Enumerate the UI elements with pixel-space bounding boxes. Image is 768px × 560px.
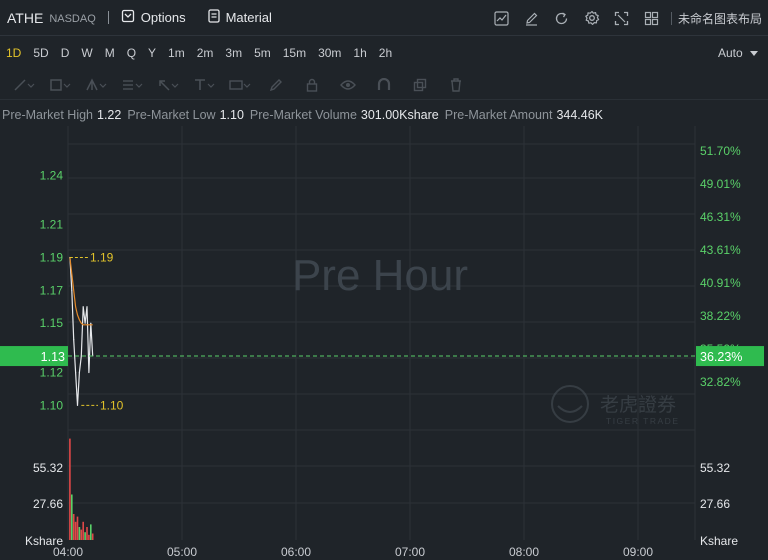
price-point <box>71 289 73 291</box>
volume-bar <box>76 516 79 540</box>
percent-tick-label: 38.22% <box>700 309 741 323</box>
price-point <box>78 371 80 374</box>
volume-unit-label: Kshare <box>700 534 738 548</box>
percent-tick-label: 32.82% <box>700 375 741 389</box>
percent-tick-label: 46.31% <box>700 210 741 224</box>
price-tick-label: 1.24 <box>40 168 64 182</box>
current-price-label: 1.13 <box>41 350 65 364</box>
price-point <box>86 306 88 308</box>
x-tick-label: 05:00 <box>167 545 197 559</box>
price-tick-label: 1.21 <box>40 218 64 232</box>
price-tick-label: 1.17 <box>40 283 64 297</box>
high-marker-label: 1.19 <box>90 250 114 264</box>
price-tick-label: 1.19 <box>40 250 64 264</box>
price-point <box>84 322 86 324</box>
price-tick-label: 1.12 <box>40 365 64 379</box>
percent-tick-label: 49.01% <box>700 177 741 191</box>
volume-bar <box>78 527 81 540</box>
percent-tick-label: 40.91% <box>700 276 741 290</box>
volume-bar <box>91 533 94 540</box>
volume-bar <box>74 521 77 540</box>
logo-text-en: TIGER TRADE <box>606 416 680 426</box>
price-tick-label: 1.15 <box>40 316 64 330</box>
volume-bar <box>82 521 84 540</box>
x-tick-label: 09:00 <box>623 545 653 559</box>
price-point <box>80 355 82 357</box>
tiger-trade-logo: 老虎證券 TIGER TRADE <box>551 385 680 426</box>
percent-tick-label: 43.61% <box>700 243 741 257</box>
percent-tick-label: 51.70% <box>700 144 741 158</box>
volume-unit-label: Kshare <box>25 534 63 548</box>
logo-text-cn: 老虎證券 <box>600 394 676 416</box>
price-line <box>69 257 94 406</box>
x-tick-label: 08:00 <box>509 545 539 559</box>
volume-bar <box>71 494 73 540</box>
chart-area[interactable]: Pre Hour 老虎證券 TIGER TRADE 04:00 05:00 06:0… <box>0 0 768 560</box>
pre-hour-watermark: Pre Hour <box>292 251 468 300</box>
price-point <box>88 371 90 374</box>
volume-bar <box>86 527 88 540</box>
price-point <box>75 371 77 374</box>
price-point <box>73 339 75 341</box>
price-point <box>82 306 84 308</box>
price-tick-label: 1.10 <box>40 398 64 412</box>
current-percent-label: 36.23% <box>700 350 742 364</box>
volume-bar <box>84 532 86 540</box>
x-tick-label: 07:00 <box>395 545 425 559</box>
volume-bar <box>69 438 71 540</box>
price-point <box>76 404 79 406</box>
volume-tick-label: 27.66 <box>33 497 63 511</box>
low-marker-label: 1.10 <box>100 398 124 412</box>
volume-tick-label: 27.66 <box>700 497 730 511</box>
volume-bar <box>80 529 83 540</box>
volume-tick-label: 55.32 <box>700 461 730 475</box>
volume-bar <box>90 524 92 540</box>
volume-bar <box>88 534 90 540</box>
x-tick-label: 06:00 <box>281 545 311 559</box>
volume-tick-label: 55.32 <box>33 461 63 475</box>
price-point <box>90 322 92 324</box>
volume-bar <box>72 514 75 540</box>
